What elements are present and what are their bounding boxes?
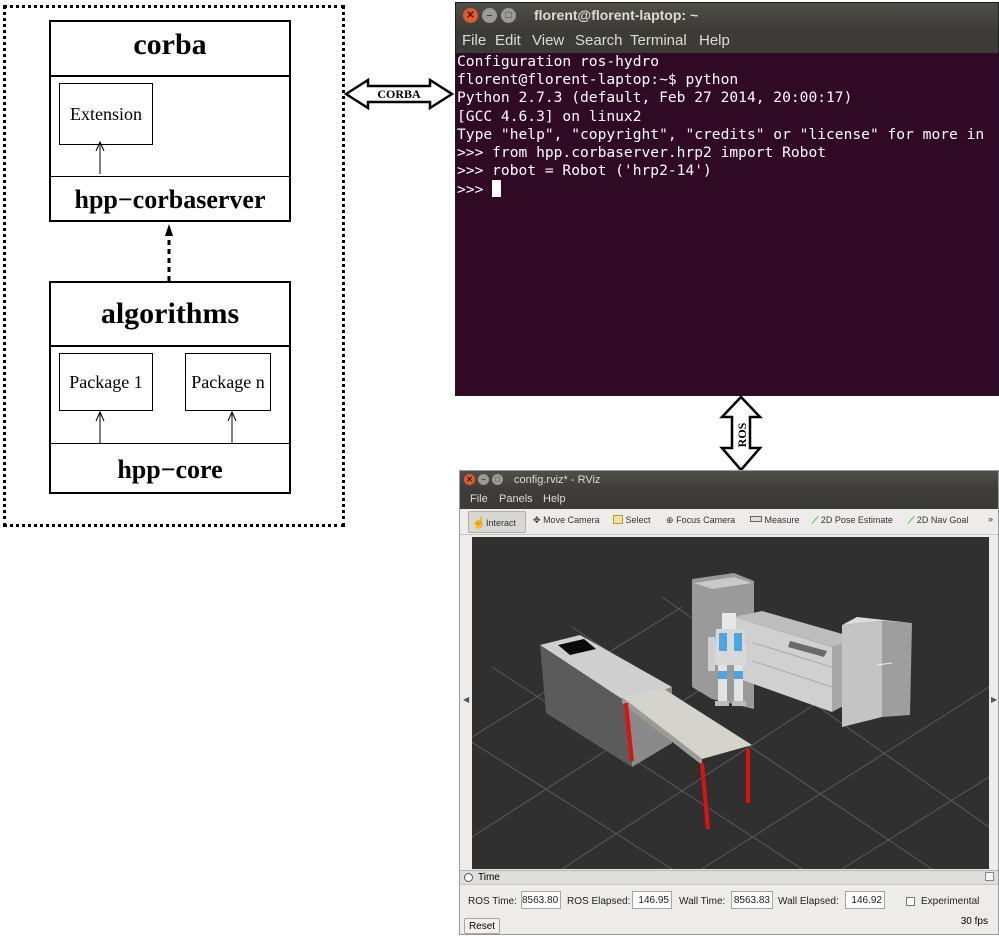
- time-panel-header: Time: [460, 870, 998, 885]
- nav-goal-label: 2D Nav Goal: [916, 515, 969, 525]
- terminal-prompt: >>>: [457, 181, 493, 199]
- rviz-titlebar[interactable]: ✕ – □ config.rviz* - RViz: [460, 471, 998, 491]
- dependency-arrow-head: [165, 224, 173, 236]
- rviz-menu-panels[interactable]: Panels: [499, 493, 533, 505]
- toolbar-overflow-icon[interactable]: »: [988, 514, 993, 524]
- render-viewport[interactable]: [472, 537, 989, 869]
- menu-edit[interactable]: Edit: [495, 32, 521, 49]
- pose-estimate-tool[interactable]: ⟋ 2D Pose Estimate: [812, 515, 893, 526]
- maximize-icon[interactable]: □: [501, 8, 516, 23]
- terminal-window[interactable]: ✕ – □ florent@florent-laptop: ~ File Edi…: [455, 2, 999, 396]
- terminal-titlebar[interactable]: ✕ – □ florent@florent-laptop: ~: [456, 3, 998, 29]
- rviz-menu-file[interactable]: File: [470, 493, 488, 505]
- wall-elapsed-field[interactable]: 146.92: [845, 891, 885, 909]
- menu-search[interactable]: Search: [575, 32, 623, 49]
- nav-goal-icon: ⟋: [908, 515, 915, 525]
- menu-help[interactable]: Help: [699, 32, 730, 49]
- rviz-title: config.rviz* - RViz: [514, 474, 601, 486]
- measure-icon: [750, 516, 762, 522]
- interact-tool-button[interactable]: ☝ Interact: [468, 511, 526, 533]
- experimental-checkbox[interactable]: [906, 897, 915, 906]
- move-camera-icon: ✥: [533, 515, 541, 525]
- select-icon: [613, 515, 623, 524]
- experimental-label: Experimental: [921, 896, 980, 907]
- focus-camera-tool[interactable]: ⊕ Focus Camera: [666, 515, 735, 526]
- measure-label: Measure: [764, 515, 800, 525]
- terminal-line: florent@florent-laptop:~$ python: [457, 71, 739, 89]
- interact-tool-label: Interact: [486, 518, 517, 528]
- move-camera-label: Move Camera: [543, 515, 600, 525]
- menu-view[interactable]: View: [532, 32, 564, 49]
- rviz-minimize-icon[interactable]: –: [478, 474, 489, 485]
- pose-estimate-icon: ⟋: [812, 515, 819, 525]
- rviz-menubar: File Panels Help: [460, 491, 998, 509]
- rviz-close-icon[interactable]: ✕: [464, 474, 475, 485]
- rviz-window[interactable]: ✕ – □ config.rviz* - RViz File Panels He…: [459, 470, 999, 935]
- terminal-line: >>> from hpp.corbaserver.hrp2 import Rob…: [457, 144, 827, 162]
- wall-time-label: Wall Time:: [679, 896, 726, 907]
- measure-tool[interactable]: Measure: [750, 515, 800, 525]
- scene-render: [472, 573, 989, 869]
- corba-arrow-label: CORBA: [377, 87, 421, 101]
- focus-camera-label: Focus Camera: [676, 515, 736, 525]
- ros-elapsed-field[interactable]: 146.95: [632, 891, 672, 909]
- rviz-menu-help[interactable]: Help: [543, 493, 566, 505]
- focus-camera-icon: ⊕: [666, 515, 674, 525]
- pose-estimate-label: 2D Pose Estimate: [820, 515, 893, 525]
- terminal-output[interactable]: Configuration ros-hydro florent@florent-l…: [456, 53, 998, 397]
- terminal-cursor: [492, 180, 502, 198]
- reset-button[interactable]: Reset: [464, 918, 500, 934]
- terminal-prompt-line[interactable]: >>>: [457, 180, 998, 199]
- terminal-menubar: File Edit View Search Terminal Help: [456, 29, 998, 53]
- menu-terminal[interactable]: Terminal: [630, 32, 687, 49]
- hand-icon: ☝: [472, 517, 486, 529]
- ros-elapsed-label: ROS Elapsed:: [567, 896, 631, 907]
- rviz-status-row: Reset 30 fps: [460, 915, 998, 936]
- minimize-icon[interactable]: –: [482, 8, 497, 23]
- fps-readout: 30 fps: [960, 916, 988, 927]
- rviz-maximize-icon[interactable]: □: [492, 474, 503, 485]
- terminal-line: Type "help", "copyright", "credits" or "…: [457, 125, 985, 143]
- time-panel-clock-icon: [464, 873, 473, 882]
- ros-arrow-label: ROS: [735, 422, 749, 448]
- terminal-line: Configuration ros-hydro: [457, 53, 660, 70]
- wall-time-field[interactable]: 8563.83: [731, 891, 773, 909]
- wall-elapsed-label: Wall Elapsed:: [778, 896, 839, 907]
- terminal-line: >>> robot = Robot ('hrp2-14'): [457, 162, 712, 180]
- rviz-toolbar: ☝ Interact ✥ Move Camera Select ⊕ Focus …: [460, 509, 998, 535]
- terminal-line: Python 2.7.3 (default, Feb 27 2014, 20:0…: [457, 89, 853, 107]
- nav-goal-tool[interactable]: ⟋ 2D Nav Goal: [908, 515, 968, 526]
- terminal-title: florent@florent-laptop: ~: [534, 7, 699, 23]
- right-dock-arrow-icon[interactable]: ▶: [991, 695, 997, 704]
- menu-file[interactable]: File: [462, 32, 486, 49]
- ros-time-label: ROS Time:: [468, 896, 517, 907]
- select-label: Select: [625, 515, 651, 525]
- left-dock-arrow-icon[interactable]: ◀: [463, 695, 469, 704]
- ros-time-field[interactable]: 8563.80: [521, 891, 561, 909]
- time-panel-undock-icon[interactable]: [985, 872, 994, 881]
- select-tool[interactable]: Select: [613, 515, 651, 525]
- terminal-line: [GCC 4.6.3] on linux2: [457, 107, 642, 125]
- move-camera-tool[interactable]: ✥ Move Camera: [533, 515, 600, 526]
- close-icon[interactable]: ✕: [463, 8, 478, 23]
- time-panel-title: Time: [478, 872, 500, 883]
- time-panel-row: ROS Time: 8563.80 ROS Elapsed: 146.95 Wa…: [460, 887, 998, 915]
